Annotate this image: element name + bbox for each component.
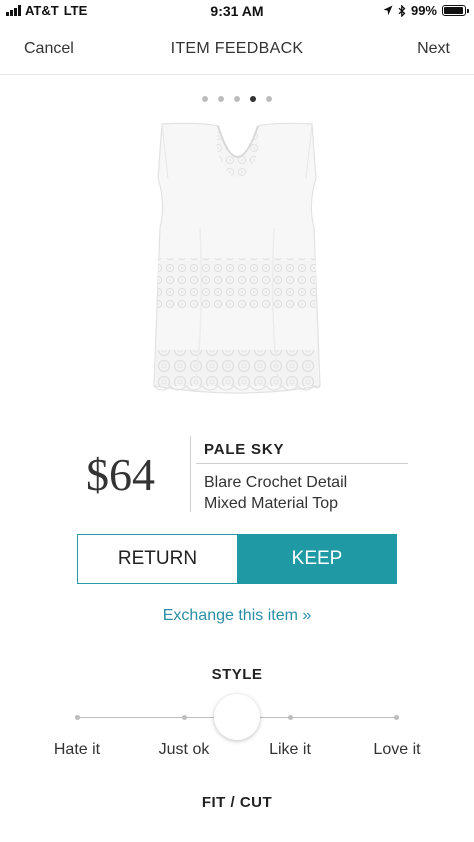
- item-name-line-1: Blare Crochet Detail: [204, 474, 348, 491]
- exchange-link[interactable]: Exchange this item »: [0, 607, 474, 625]
- style-option-love-it[interactable]: Love it: [352, 741, 442, 759]
- page-dot: [202, 96, 208, 102]
- brand-divider: [196, 463, 408, 464]
- battery-percent: 99%: [410, 3, 437, 18]
- location-arrow-icon: [383, 5, 393, 16]
- page-dot: [218, 96, 224, 102]
- item-name-line-2: Mixed Material Top: [204, 495, 338, 512]
- page-dot-active: [250, 96, 256, 102]
- page-indicator: [0, 96, 474, 102]
- product-image: [153, 122, 321, 394]
- info-divider: [190, 436, 191, 512]
- style-option-just-ok[interactable]: Just ok: [139, 741, 229, 759]
- style-tick-just-ok[interactable]: [182, 715, 187, 720]
- fit-section-title: FIT / CUT: [201, 794, 273, 811]
- style-slider-thumb[interactable]: [214, 694, 260, 740]
- keep-button[interactable]: KEEP: [237, 534, 397, 584]
- next-button[interactable]: Next: [417, 40, 450, 58]
- style-tick-love[interactable]: [394, 715, 399, 720]
- page-dot: [234, 96, 240, 102]
- style-tick-hate[interactable]: [75, 715, 80, 720]
- style-tick-like[interactable]: [288, 715, 293, 720]
- style-option-like-it[interactable]: Like it: [245, 741, 335, 759]
- status-bar: AT&T LTE 9:31 AM 99%: [0, 0, 474, 24]
- return-button[interactable]: RETURN: [77, 534, 237, 584]
- style-option-hate-it[interactable]: Hate it: [32, 741, 122, 759]
- style-section-title: STYLE: [211, 666, 263, 683]
- nav-bar: Cancel ITEM FEEDBACK Next: [0, 24, 474, 75]
- page-dot: [266, 96, 272, 102]
- battery-icon: [442, 5, 469, 16]
- page-title: ITEM FEEDBACK: [170, 40, 304, 57]
- brand-name: PALE SKY: [204, 441, 285, 458]
- status-right: 99%: [383, 3, 469, 18]
- item-description: Blare Crochet Detail Mixed Material Top: [204, 472, 444, 514]
- return-keep-toggle: RETURN KEEP: [77, 534, 397, 584]
- bluetooth-icon: [398, 4, 406, 17]
- price: $64: [86, 449, 155, 500]
